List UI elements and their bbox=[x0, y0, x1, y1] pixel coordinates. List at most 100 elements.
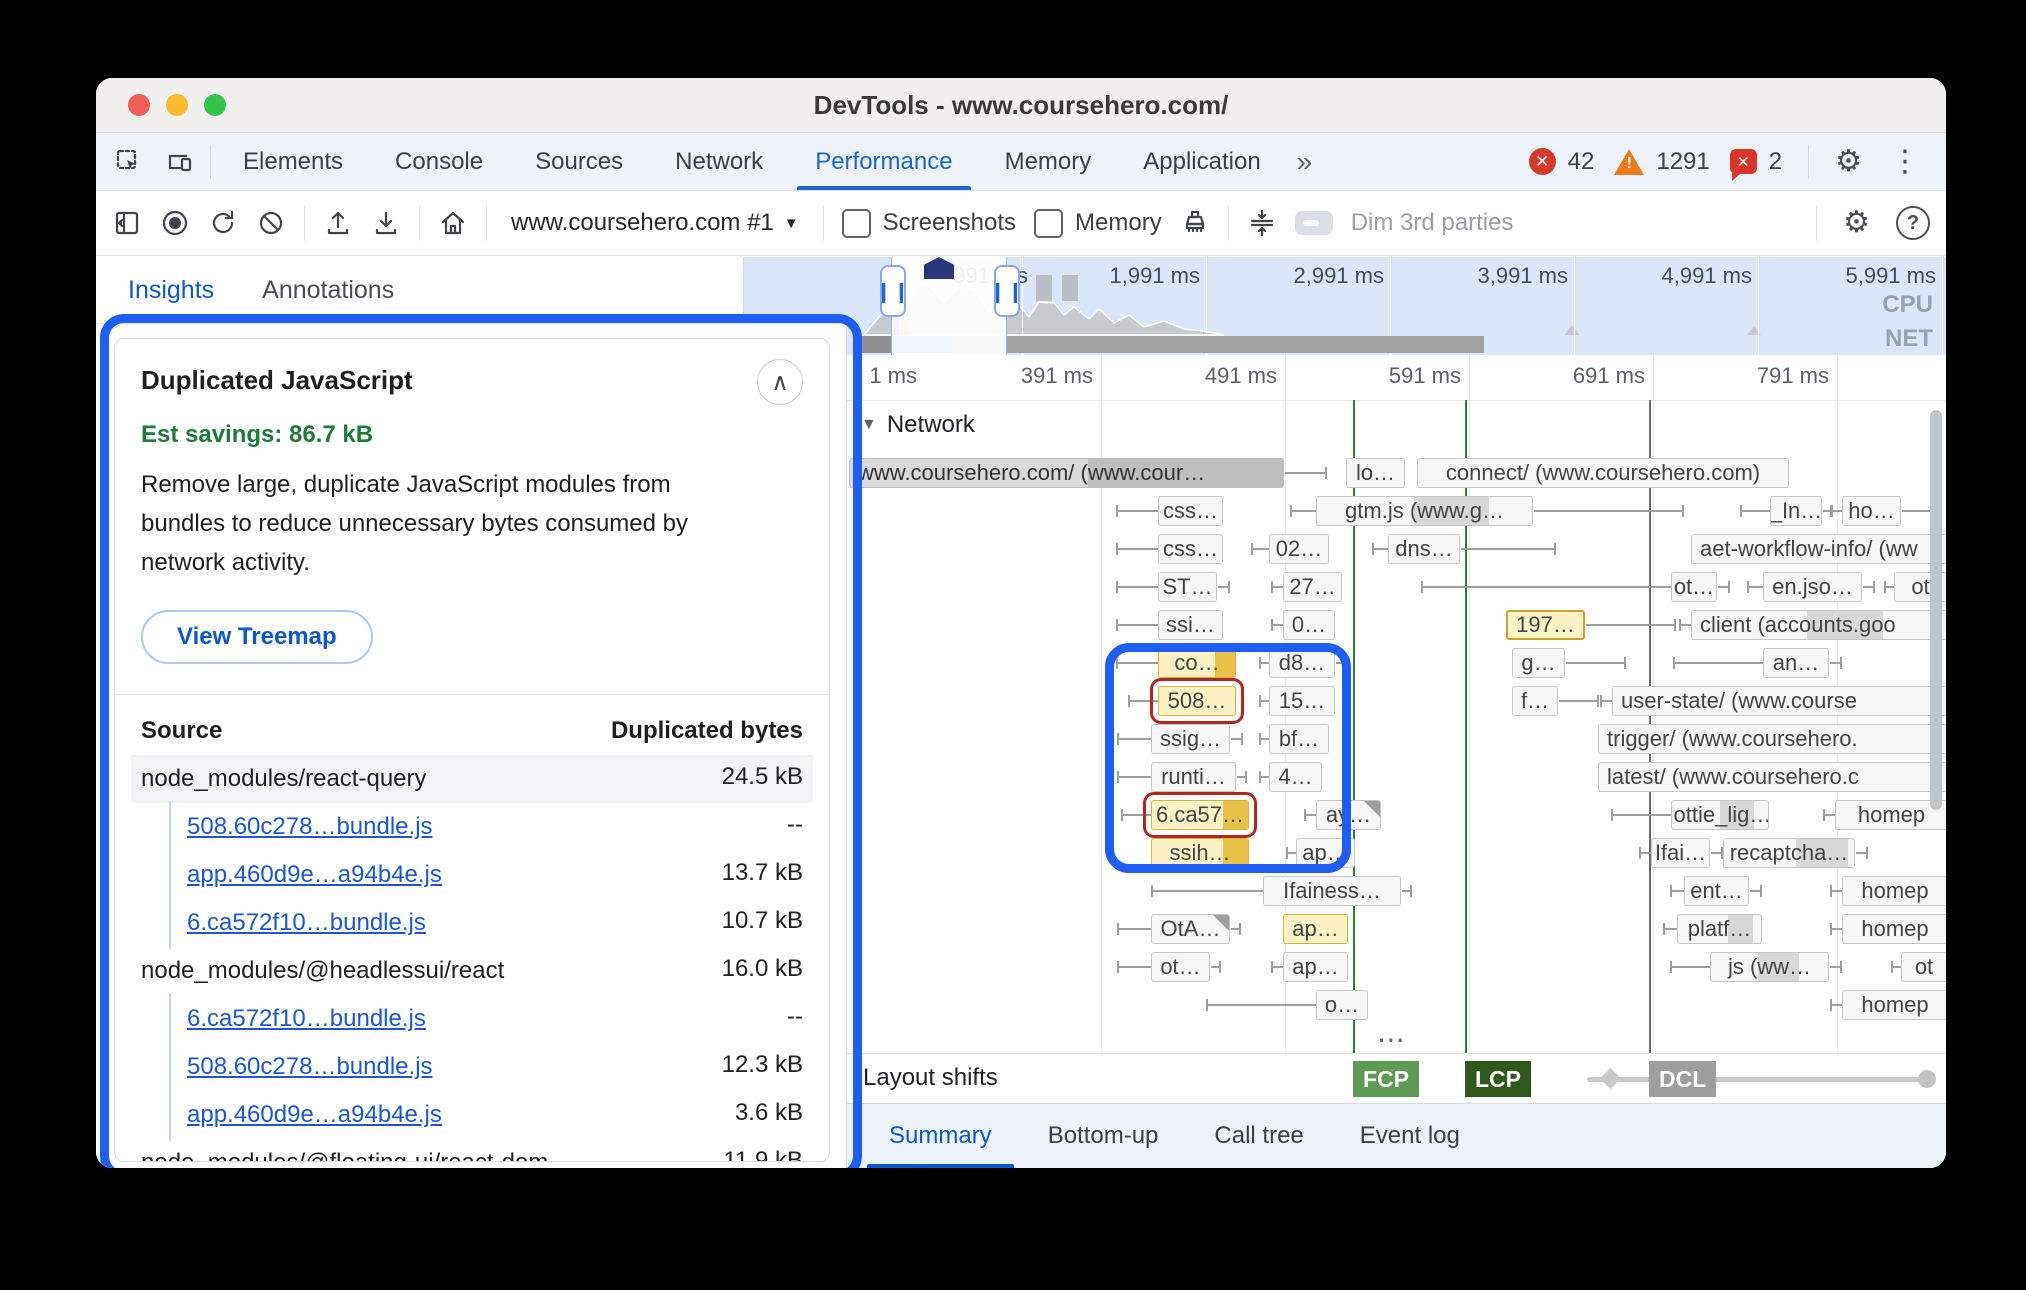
network-request-bar[interactable]: Ifai… bbox=[1651, 838, 1710, 868]
network-request-bar[interactable]: lo… bbox=[1346, 458, 1405, 488]
network-request-bar[interactable]: ay… bbox=[1316, 800, 1381, 830]
checkbox-box[interactable] bbox=[1034, 209, 1063, 238]
network-request-bar[interactable]: ap… bbox=[1283, 952, 1348, 982]
sidebar-tab-annotations[interactable]: Annotations bbox=[262, 257, 394, 323]
script-link[interactable]: 508.60c278…bundle.js bbox=[187, 1051, 433, 1083]
help-icon[interactable]: ? bbox=[1896, 206, 1930, 240]
table-row-script-link[interactable]: 6.ca572f10…bundle.js10.7 kB bbox=[131, 899, 813, 947]
script-link[interactable]: 6.ca572f10…bundle.js bbox=[187, 1003, 426, 1035]
flame-chart[interactable]: 1 ms391 ms491 ms591 ms691 ms791 ms ▼ Net… bbox=[847, 355, 1946, 1168]
settings-gear-icon[interactable]: ⚙ bbox=[1827, 147, 1870, 177]
device-toolbar-icon[interactable] bbox=[164, 147, 194, 177]
network-request-bar[interactable]: platf… bbox=[1677, 914, 1762, 944]
checkbox-box[interactable] bbox=[842, 209, 871, 238]
network-request-bar[interactable]: o… bbox=[1316, 990, 1368, 1020]
table-row-script-link[interactable]: 6.ca572f10…bundle.js-- bbox=[131, 995, 813, 1043]
garbage-collect-icon[interactable] bbox=[1180, 208, 1210, 238]
network-request-bar[interactable]: an… bbox=[1763, 648, 1829, 678]
tab-memory[interactable]: Memory bbox=[979, 133, 1118, 190]
network-request-bar[interactable]: d8… bbox=[1269, 648, 1335, 678]
tab-application[interactable]: Application bbox=[1117, 133, 1286, 190]
inspect-element-icon[interactable] bbox=[114, 147, 144, 177]
network-request-bar[interactable]: ent… bbox=[1684, 876, 1749, 906]
network-request-bar[interactable]: co… bbox=[1158, 648, 1236, 678]
selection-handle-left[interactable]: ❙❙ bbox=[880, 265, 906, 317]
script-link[interactable]: app.460d9e…a94b4e.js bbox=[187, 859, 442, 891]
toggle-sidebar-icon[interactable] bbox=[112, 208, 142, 238]
network-request-bar[interactable]: trigger/ (www.coursehero. bbox=[1598, 724, 1946, 754]
tab-console[interactable]: Console bbox=[369, 133, 509, 190]
timeline-overview[interactable]: 991s1,991 ms2,991 ms3,991 ms4,991 ms5,99… bbox=[743, 257, 1946, 356]
network-request-bar[interactable]: www.coursehero.com/ (www.cour… bbox=[849, 458, 1284, 488]
network-request-bar[interactable]: f… bbox=[1512, 686, 1558, 716]
tab-network[interactable]: Network bbox=[649, 133, 789, 190]
network-request-bar[interactable]: en.jso… bbox=[1763, 572, 1862, 602]
error-badge-icon[interactable]: ✕ bbox=[1529, 148, 1556, 175]
home-icon[interactable] bbox=[438, 208, 468, 238]
collapsed-rows-ellipsis[interactable]: ⋯ bbox=[1377, 1023, 1408, 1056]
network-request-bar[interactable]: latest/ (www.coursehero.c bbox=[1598, 762, 1946, 792]
memory-checkbox[interactable]: Memory bbox=[1034, 209, 1162, 238]
kebab-menu-icon[interactable]: ⋮ bbox=[1882, 147, 1928, 177]
record-button[interactable] bbox=[160, 208, 190, 238]
warning-badge-icon[interactable]: ! bbox=[1614, 149, 1644, 175]
network-request-bar[interactable]: bf… bbox=[1269, 724, 1329, 754]
network-request-bar[interactable]: 6.ca57… bbox=[1151, 800, 1249, 830]
network-request-bar[interactable]: ap… bbox=[1283, 914, 1348, 944]
upload-profile-icon[interactable] bbox=[323, 208, 353, 238]
network-request-bar[interactable]: 27… bbox=[1283, 572, 1342, 602]
network-request-bar[interactable]: user-state/ (www.course bbox=[1612, 686, 1946, 716]
network-request-bar[interactable]: ot bbox=[1901, 952, 1946, 982]
network-request-bar[interactable]: g… bbox=[1512, 648, 1565, 678]
network-request-bar[interactable]: homep bbox=[1842, 876, 1946, 906]
network-track-header[interactable]: ▼ Network bbox=[861, 411, 975, 439]
network-request-bar[interactable]: runti… bbox=[1151, 762, 1236, 792]
more-tabs-button[interactable]: » bbox=[1287, 133, 1323, 190]
collapse-insight-button[interactable]: ∧ bbox=[757, 359, 803, 405]
table-row-script-link[interactable]: 508.60c278…bundle.js-- bbox=[131, 803, 813, 851]
network-request-bar[interactable]: 0… bbox=[1283, 610, 1335, 640]
network-request-bar[interactable]: ot… bbox=[1671, 572, 1717, 602]
network-request-bar[interactable]: dns… bbox=[1388, 534, 1460, 564]
tab-sources[interactable]: Sources bbox=[509, 133, 649, 190]
network-request-bar[interactable]: recaptcha… bbox=[1723, 838, 1855, 868]
network-request-bar[interactable]: css… bbox=[1158, 534, 1223, 564]
table-row-script-link[interactable]: 508.60c278…bundle.js12.3 kB bbox=[131, 1043, 813, 1091]
network-request-bar[interactable]: 02… bbox=[1269, 534, 1329, 564]
vertical-scrollbar[interactable] bbox=[1930, 410, 1942, 810]
bottom-tab-bottom-up[interactable]: Bottom-up bbox=[1020, 1104, 1187, 1168]
selection-handle-right[interactable]: ❙❙ bbox=[994, 265, 1020, 317]
network-request-bar[interactable]: ap… bbox=[1296, 838, 1355, 868]
script-link[interactable]: 6.ca572f10…bundle.js bbox=[187, 907, 426, 939]
script-link[interactable]: 508.60c278…bundle.js bbox=[187, 811, 433, 843]
network-request-bar[interactable]: connect/ (www.coursehero.com) bbox=[1417, 458, 1789, 488]
network-request-bar[interactable]: ho… bbox=[1842, 496, 1901, 526]
screenshots-checkbox[interactable]: Screenshots bbox=[842, 209, 1016, 238]
network-request-bar[interactable]: 4… bbox=[1269, 762, 1322, 792]
issues-badge-icon[interactable]: ✕ bbox=[1730, 149, 1757, 174]
bottom-tab-summary[interactable]: Summary bbox=[861, 1104, 1020, 1168]
network-request-bar[interactable]: 508… bbox=[1158, 686, 1236, 716]
network-request-bar[interactable]: ssih… bbox=[1151, 838, 1249, 868]
network-request-bar[interactable]: Ifainess… bbox=[1263, 876, 1401, 906]
network-request-bar[interactable]: 197… bbox=[1506, 610, 1585, 640]
network-request-bar[interactable]: ssig… bbox=[1151, 724, 1230, 754]
bottom-tab-event-log[interactable]: Event log bbox=[1332, 1104, 1488, 1168]
network-request-bar[interactable]: css… bbox=[1158, 496, 1223, 526]
network-request-bar[interactable]: ot… bbox=[1151, 952, 1210, 982]
reload-record-button[interactable] bbox=[208, 208, 238, 238]
network-request-bar[interactable]: ssi… bbox=[1158, 610, 1223, 640]
tab-performance[interactable]: Performance bbox=[789, 133, 978, 190]
network-request-bar[interactable]: lottie_lig… bbox=[1671, 800, 1769, 830]
history-dropdown[interactable]: www.coursehero.com #1 ▼ bbox=[505, 209, 805, 237]
bottom-tab-call-tree[interactable]: Call tree bbox=[1186, 1104, 1331, 1168]
network-request-bar[interactable]: 15… bbox=[1269, 686, 1335, 716]
network-request-bar[interactable]: ST… bbox=[1158, 572, 1217, 602]
table-row-script-link[interactable]: app.460d9e…a94b4e.js3.6 kB bbox=[131, 1091, 813, 1139]
download-profile-icon[interactable] bbox=[371, 208, 401, 238]
table-row-script-link[interactable]: app.460d9e…a94b4e.js13.7 kB bbox=[131, 851, 813, 899]
collapse-rows-icon[interactable] bbox=[1247, 208, 1277, 238]
network-request-bar[interactable]: homep bbox=[1842, 990, 1946, 1020]
network-request-bar[interactable]: gtm.js (www.g… bbox=[1316, 496, 1533, 526]
clear-button[interactable] bbox=[256, 208, 286, 238]
